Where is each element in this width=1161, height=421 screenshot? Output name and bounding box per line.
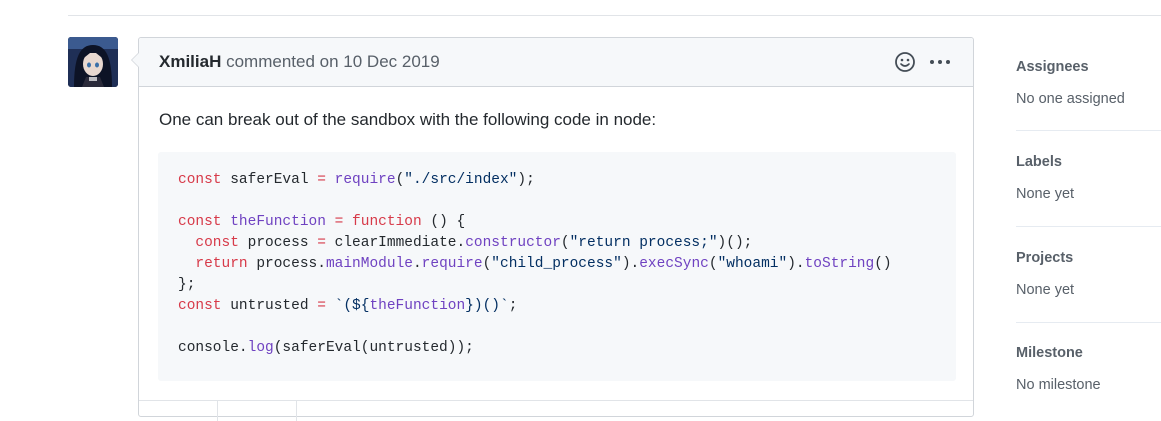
comment-action: commented on	[226, 52, 339, 71]
milestone-title[interactable]: Milestone	[1016, 345, 1083, 361]
reactions-divider	[139, 400, 973, 401]
sidebar-divider	[1016, 130, 1161, 131]
comment-author[interactable]: XmiliaH	[159, 52, 221, 71]
avatar-image	[68, 37, 118, 87]
code-block: const saferEval = require("./src/index")…	[158, 152, 956, 381]
assignees-title[interactable]: Assignees	[1016, 59, 1089, 75]
reaction-separator	[217, 401, 218, 421]
comment-body-text: One can break out of the sandbox with th…	[159, 110, 657, 129]
timeline-divider	[68, 15, 1161, 16]
comment-meta: XmiliaH commented on 10 Dec 2019	[159, 52, 440, 72]
comment-box: XmiliaH commented on 10 Dec 2019 One can…	[131, 37, 974, 421]
reaction-separator	[296, 401, 297, 421]
code-content: const saferEval = require("./src/index")…	[178, 172, 892, 356]
sidebar-divider	[1016, 322, 1161, 323]
labels-value: None yet	[1016, 186, 1075, 202]
labels-title[interactable]: Labels	[1016, 154, 1062, 170]
projects-title[interactable]: Projects	[1016, 250, 1073, 266]
comment-header: XmiliaH commented on 10 Dec 2019	[139, 38, 973, 87]
kebab-horizontal-icon[interactable]	[929, 52, 951, 72]
comment-date[interactable]: 10 Dec 2019	[343, 52, 439, 71]
projects-value: None yet	[1016, 282, 1075, 298]
avatar[interactable]	[68, 37, 118, 87]
milestone-value: No milestone	[1016, 377, 1101, 393]
assignees-value: No one assigned	[1016, 91, 1125, 107]
sidebar-divider	[1016, 226, 1161, 227]
smiley-icon[interactable]	[894, 51, 916, 73]
